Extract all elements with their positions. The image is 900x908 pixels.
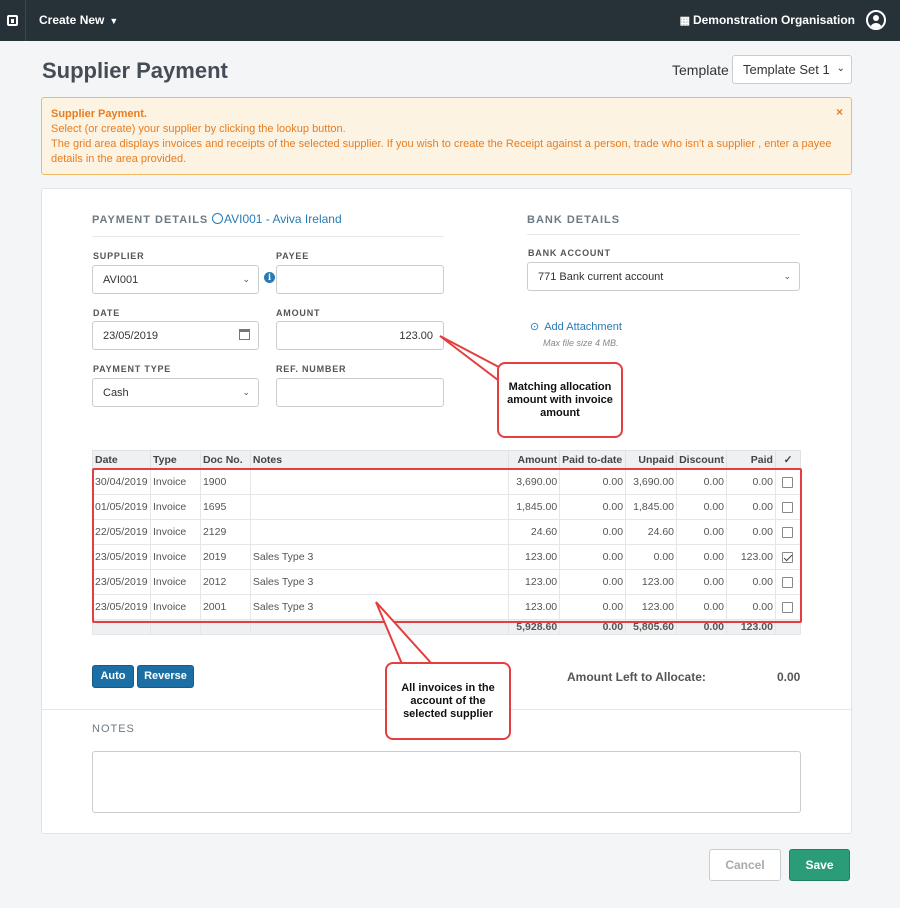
date-label: DATE [93,308,121,318]
bank-account-label: BANK ACCOUNT [528,248,611,258]
chevron-down-icon: ▼ [109,16,119,26]
user-icon [212,213,223,224]
chevron-down-icon: ⌄ [836,63,845,74]
auto-button[interactable]: Auto [92,665,134,688]
organisation-name: Demonstration Organisation [692,13,855,27]
notes-textarea[interactable] [92,751,801,813]
date-input[interactable]: 23/05/2019 [92,321,259,350]
divider [527,234,800,235]
alert-line-2: The grid area displays invoices and rece… [51,138,832,165]
chevron-down-icon: ⌄ [242,387,250,397]
template-select-value: Template Set 1 [743,62,830,77]
payment-details-heading: PAYMENT DETAILS [92,214,209,226]
calendar-icon[interactable] [239,329,250,340]
top-bar: Create New ▼ ▦ Demonstration Organisation [0,0,900,41]
col-notes[interactable]: Notes [249,450,510,470]
col-type[interactable]: Type [149,450,201,470]
col-doc-no[interactable]: Doc No. [199,450,251,470]
supplier-value: AVI001 [103,274,139,286]
payee-input[interactable] [276,265,444,294]
paperclip-icon: ⊙ [526,319,542,335]
cancel-button[interactable]: Cancel [709,849,781,881]
template-select[interactable]: Template Set 1 ⌄ [732,55,852,84]
date-value: 23/05/2019 [103,330,159,342]
col-paid-to-date[interactable]: Paid to-date [559,450,627,470]
organisation-switcher[interactable]: ▦ Demonstration Organisation [680,13,855,27]
supplier-select[interactable]: AVI001 ⌄ [92,265,259,294]
add-attachment-label: Add Attachment [544,321,622,333]
amount-label: AMOUNT [276,308,321,318]
info-icon[interactable]: i [264,272,275,283]
payee-label: PAYEE [276,251,310,261]
create-new-label: Create New [39,13,105,27]
bank-account-select[interactable]: 771 Bank current account ⌄ [527,262,800,291]
amount-callout: Matching allocation amount with invoice … [497,362,623,438]
max-file-size-note: Max file size 4 MB. [543,338,619,348]
user-avatar-icon[interactable] [866,10,886,30]
close-icon[interactable]: × [836,105,843,120]
grid-header-row: Date Type Doc No. Notes Amount Paid to-d… [92,450,802,470]
amount-left-label: Amount Left to Allocate: [567,670,706,684]
col-select[interactable]: ✓ [774,450,802,470]
supplier-link-label: AVI001 - Aviva Ireland [224,212,342,226]
col-unpaid[interactable]: Unpaid [625,450,678,470]
payment-type-label: PAYMENT TYPE [93,364,172,374]
divider [92,236,444,237]
chevron-down-icon: ⌄ [783,271,791,281]
add-attachment-link[interactable]: ⊙ Add Attachment [526,319,622,335]
col-paid[interactable]: Paid [726,450,776,470]
payment-type-value: Cash [103,387,129,399]
col-amount[interactable]: Amount [508,450,561,470]
alert-line-1: Select (or create) your supplier by clic… [51,123,346,135]
notes-heading: NOTES [92,723,135,735]
ref-number-input[interactable] [276,378,444,407]
grid-highlight-box [92,468,802,623]
supplier-label: SUPPLIER [93,251,145,261]
amount-input[interactable]: 123.00 [276,321,444,350]
ref-number-label: REF. NUMBER [276,364,347,374]
page-title: Supplier Payment [42,58,228,83]
info-alert: Supplier Payment. Select (or create) you… [41,97,852,175]
amount-left-value: 0.00 [777,670,801,684]
building-icon: ▦ [679,15,690,27]
save-button[interactable]: Save [789,849,850,881]
bank-account-value: 771 Bank current account [538,271,664,283]
reverse-button[interactable]: Reverse [137,665,194,688]
supplier-link[interactable]: AVI001 - Aviva Ireland [212,212,342,226]
template-label: Template [672,62,729,78]
col-date[interactable]: Date [92,450,151,470]
grid-callout: All invoices in the account of the selec… [385,662,511,740]
col-discount[interactable]: Discount [676,450,727,470]
chevron-down-icon: ⌄ [242,274,250,284]
payment-type-select[interactable]: Cash ⌄ [92,378,259,407]
sidebar-toggle-icon[interactable] [0,0,26,41]
bank-details-heading: BANK DETAILS [527,214,621,226]
alert-title: Supplier Payment. [51,108,147,120]
create-new-menu[interactable]: Create New ▼ [39,13,118,27]
